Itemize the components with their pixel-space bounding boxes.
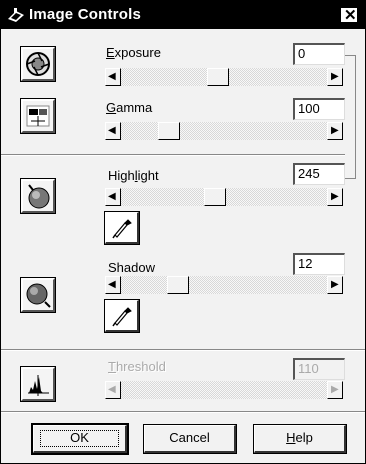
exposure-slider[interactable]: ◀ ▶ xyxy=(105,68,343,86)
gamma-curve-icon xyxy=(26,105,50,127)
shadow-icon-button[interactable] xyxy=(20,277,56,313)
highlight-eyedropper-button[interactable] xyxy=(104,211,140,245)
arrow-left-icon: ◀ xyxy=(108,384,116,395)
gamma-label: Gamma xyxy=(106,100,153,115)
gamma-slider-left-arrow[interactable]: ◀ xyxy=(105,122,121,140)
eyedropper-icon xyxy=(112,219,132,239)
help-button[interactable]: Help xyxy=(253,424,347,454)
separator xyxy=(1,154,345,156)
aperture-icon xyxy=(26,52,50,76)
exposure-icon-button[interactable] xyxy=(20,46,56,82)
gamma-value-field[interactable]: 100 xyxy=(293,98,345,120)
highlight-label: Highlight xyxy=(108,168,159,183)
highlight-sphere-icon xyxy=(28,184,50,209)
exposure-slider-right-arrow[interactable]: ▶ xyxy=(327,68,343,86)
highlight-slider-left-arrow[interactable]: ◀ xyxy=(105,188,121,206)
shadow-label: Shadow xyxy=(108,260,155,275)
arrow-right-icon: ▶ xyxy=(331,191,339,202)
shadow-slider-left-arrow[interactable]: ◀ xyxy=(105,276,121,294)
highlight-slider-thumb[interactable] xyxy=(204,188,226,206)
shadow-value-field[interactable]: 12 xyxy=(293,253,345,275)
highlight-value-field[interactable]: 245 xyxy=(293,163,345,185)
threshold-value-field: 110 xyxy=(293,358,345,380)
close-icon: ✕ xyxy=(344,7,357,24)
shadow-slider-thumb[interactable] xyxy=(167,276,189,294)
arrow-left-icon: ◀ xyxy=(108,125,116,136)
gamma-slider-right-arrow[interactable]: ▶ xyxy=(327,122,343,140)
exposure-slider-thumb[interactable] xyxy=(207,68,229,86)
cancel-button[interactable]: Cancel xyxy=(143,424,237,454)
threshold-label: Threshold xyxy=(108,359,166,374)
histogram-icon xyxy=(28,375,49,396)
exposure-label: Exposure xyxy=(106,45,161,60)
ok-button[interactable]: OK xyxy=(31,423,129,455)
exposure-value-field[interactable]: 0 xyxy=(293,43,345,65)
arrow-right-icon: ▶ xyxy=(331,384,339,395)
focus-rectangle xyxy=(40,430,119,447)
separator xyxy=(1,411,365,413)
arrow-right-icon: ▶ xyxy=(331,71,339,82)
link-bracket xyxy=(345,55,356,179)
scanner-icon xyxy=(8,8,24,22)
arrow-left-icon: ◀ xyxy=(108,71,116,82)
arrow-right-icon: ▶ xyxy=(331,279,339,290)
threshold-icon-button xyxy=(20,366,56,402)
highlight-slider-right-arrow[interactable]: ▶ xyxy=(327,188,343,206)
arrow-left-icon: ◀ xyxy=(108,191,116,202)
exposure-slider-left-arrow[interactable]: ◀ xyxy=(105,68,121,86)
gamma-slider[interactable]: ◀ ▶ xyxy=(105,122,343,140)
gamma-icon-button[interactable] xyxy=(20,98,56,134)
separator xyxy=(1,349,365,351)
threshold-slider-left-arrow: ◀ xyxy=(105,381,121,399)
shadow-slider[interactable]: ◀ ▶ xyxy=(105,276,343,294)
shadow-slider-right-arrow[interactable]: ▶ xyxy=(327,276,343,294)
highlight-icon-button[interactable] xyxy=(20,178,56,214)
image-controls-dialog: Image Controls ✕ Exposure 0 ◀ ▶ Gamma 10… xyxy=(0,0,366,464)
gamma-slider-thumb[interactable] xyxy=(158,122,180,140)
arrow-right-icon: ▶ xyxy=(331,125,339,136)
threshold-slider: ◀ ▶ xyxy=(105,381,343,399)
eyedropper-icon xyxy=(112,307,132,327)
shadow-sphere-icon xyxy=(26,283,51,308)
title-bar: Image Controls ✕ xyxy=(1,1,365,29)
close-button[interactable]: ✕ xyxy=(340,7,358,24)
shadow-eyedropper-button[interactable] xyxy=(104,299,140,333)
threshold-slider-right-arrow: ▶ xyxy=(327,381,343,399)
arrow-left-icon: ◀ xyxy=(108,279,116,290)
window-title: Image Controls xyxy=(29,6,141,23)
highlight-slider[interactable]: ◀ ▶ xyxy=(105,188,343,206)
